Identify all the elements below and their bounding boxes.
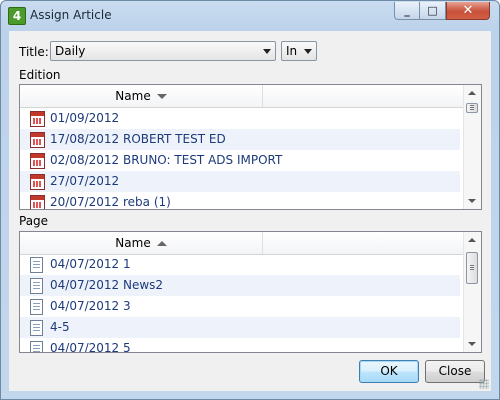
edition-row[interactable]: 01/09/2012 <box>20 108 460 129</box>
page-document-icon <box>30 257 43 273</box>
scroll-down-icon[interactable] <box>468 342 476 346</box>
page-row[interactable]: 04/07/2012 News2 <box>20 275 460 296</box>
edition-list-header: Name <box>20 85 465 108</box>
edition-scrollbar[interactable] <box>463 85 481 209</box>
scope-select-value: In <box>286 44 298 58</box>
page-document-icon <box>30 320 43 336</box>
edition-row[interactable]: 17/08/2012 ROBERT TEST ED <box>20 129 460 150</box>
edition-row[interactable]: 27/07/2012 <box>20 171 460 192</box>
chevron-down-icon <box>304 49 312 54</box>
calendar-icon <box>30 153 45 169</box>
chevron-down-icon <box>263 49 271 54</box>
edition-name: 27/07/2012 <box>50 174 120 188</box>
page-list[interactable]: Name 04/07/2012 1 04/07/2012 News2 04/07… <box>19 231 482 353</box>
edition-name: 20/07/2012 reba (1) <box>50 195 171 209</box>
edition-name: 17/08/2012 ROBERT TEST ED <box>50 132 226 146</box>
title-select-value: Daily <box>55 44 86 58</box>
page-name-column-header[interactable]: Name <box>20 232 263 254</box>
close-icon: ✕ <box>462 3 474 18</box>
window-title: Assign Article <box>30 8 112 22</box>
maximize-button[interactable]: □ <box>420 2 446 20</box>
page-document-icon <box>30 341 43 352</box>
page-name: 04/07/2012 News2 <box>50 278 164 292</box>
edition-name-column-header[interactable]: Name <box>20 85 263 107</box>
page-name: 04/07/2012 5 <box>50 341 131 353</box>
close-button[interactable]: Close <box>425 360 485 383</box>
dialog-body: Title: Daily In Edition Name 01/09/2012 … <box>9 31 491 391</box>
title-select[interactable]: Daily <box>50 41 276 61</box>
title-bar[interactable]: 4 Assign Article _ □ ✕ <box>1 1 499 31</box>
resize-grip-icon[interactable] <box>479 379 489 389</box>
assign-article-dialog: 4 Assign Article _ □ ✕ Title: Daily In E… <box>0 0 500 400</box>
page-name: 04/07/2012 1 <box>50 257 131 271</box>
edition-name: 02/08/2012 BRUNO: TEST ADS IMPORT <box>50 153 283 167</box>
scroll-up-icon[interactable] <box>468 91 476 95</box>
edition-scroll-thumb[interactable] <box>466 103 478 113</box>
close-window-button[interactable]: ✕ <box>446 2 490 20</box>
edition-row[interactable]: 02/08/2012 BRUNO: TEST ADS IMPORT <box>20 150 460 171</box>
column-header-label: Name <box>115 89 151 103</box>
page-document-icon <box>30 278 43 294</box>
page-row[interactable]: 04/07/2012 1 <box>20 254 460 275</box>
ok-button[interactable]: OK <box>359 360 419 383</box>
page-name: 04/07/2012 3 <box>50 299 131 313</box>
sort-descending-icon <box>156 94 167 99</box>
page-scroll-thumb[interactable] <box>466 252 478 284</box>
page-row[interactable]: 04/07/2012 5 <box>20 338 460 353</box>
calendar-icon <box>30 195 45 209</box>
title-label: Title: <box>19 45 49 59</box>
calendar-icon <box>30 174 45 190</box>
scope-select[interactable]: In <box>281 41 317 61</box>
column-header-label: Name <box>115 236 151 250</box>
page-row[interactable]: 4-5 <box>20 317 460 338</box>
page-document-icon <box>30 299 43 315</box>
scroll-up-icon[interactable] <box>468 238 476 242</box>
app-icon: 4 <box>8 7 26 25</box>
minimize-icon: _ <box>404 4 410 17</box>
maximize-icon: □ <box>427 4 438 17</box>
minimize-button[interactable]: _ <box>394 2 420 20</box>
calendar-icon <box>30 111 45 127</box>
page-name: 4-5 <box>50 320 70 334</box>
page-scrollbar[interactable] <box>463 232 481 352</box>
sort-ascending-icon <box>156 241 167 246</box>
edition-row[interactable]: 20/07/2012 reba (1) <box>20 192 460 209</box>
edition-list[interactable]: Name 01/09/2012 17/08/2012 ROBERT TEST E… <box>19 84 482 210</box>
page-list-header: Name <box>20 232 465 255</box>
scroll-down-icon[interactable] <box>468 199 476 203</box>
calendar-icon <box>30 132 45 148</box>
page-label: Page <box>19 214 49 228</box>
edition-name: 01/09/2012 <box>50 111 120 125</box>
edition-label: Edition <box>19 68 61 82</box>
page-row[interactable]: 04/07/2012 3 <box>20 296 460 317</box>
